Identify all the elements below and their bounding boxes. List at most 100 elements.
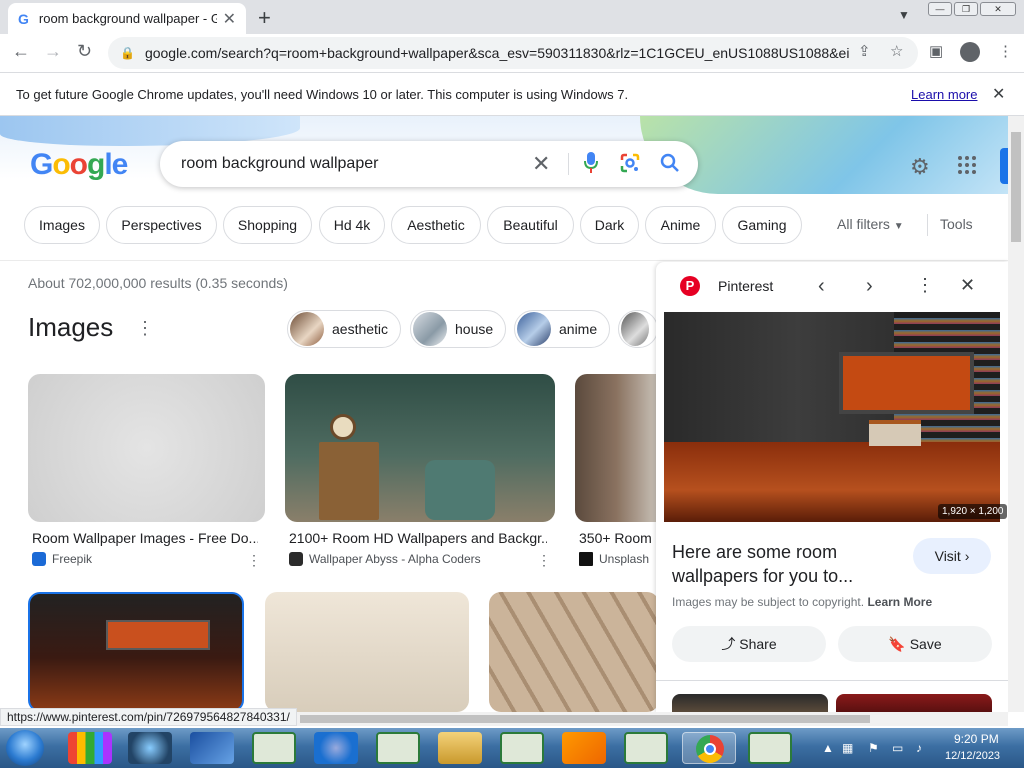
new-tab-button[interactable]: + [258,5,271,31]
taskbar-document-icon[interactable] [376,732,420,764]
chrome-menu-icon[interactable]: ⋮ [998,42,1013,60]
result-more-icon[interactable]: ⋮ [537,552,551,569]
panel-more-icon[interactable]: ⋮ [916,275,934,296]
next-image-chevron-icon[interactable]: › [866,275,873,298]
tab-close-icon[interactable]: ✕ [223,9,236,29]
result-more-icon[interactable]: ⋮ [247,552,261,569]
tray-expand-icon[interactable]: ▲ [822,741,834,755]
chip-beautiful[interactable]: Beautiful [487,206,574,244]
image-result-hexagon-flowers[interactable] [489,592,659,712]
chip-perspectives[interactable]: Perspectives [106,206,217,244]
result-source[interactable]: Freepik [32,552,92,566]
taskbar-document-icon[interactable] [500,732,544,764]
voice-search-icon[interactable] [584,152,598,174]
prev-image-chevron-icon[interactable]: ‹ [818,275,825,298]
tab-active[interactable]: G room background wallpaper - Go ✕ [8,3,246,34]
all-filters-button[interactable]: All filters ▼ [837,216,904,232]
forward-arrow-icon[interactable]: → [44,41,62,62]
result-source[interactable]: Wallpaper Abyss - Alpha Coders [289,552,481,566]
chip-hd-4k[interactable]: Hd 4k [319,206,385,244]
reload-icon[interactable]: ↻ [77,41,92,62]
panel-source-name[interactable]: Pinterest [718,278,773,294]
taskbar-explorer-icon[interactable] [438,732,482,764]
taskbar-settings-icon[interactable] [128,732,172,764]
sign-in-button[interactable] [1000,148,1008,184]
minimize-button[interactable]: — [928,2,952,16]
taskbar-media-icon[interactable] [562,732,606,764]
tray-volume-icon[interactable]: ♪ [916,741,922,755]
chip-images[interactable]: Images [24,206,100,244]
share-page-icon[interactable]: ⇪ [858,42,871,60]
result-title[interactable]: 2100+ Room HD Wallpapers and Backgr... [289,530,547,546]
address-bar[interactable]: 🔒 google.com/search?q=room+background+wa… [108,37,918,69]
refinement-chip-aesthetic[interactable]: aesthetic [287,310,402,348]
taskbar-document-icon[interactable] [748,732,792,764]
images-more-options-icon[interactable]: ⋮ [136,318,154,339]
side-panel-icon[interactable]: ▣ [929,42,943,60]
search-box[interactable]: room background wallpaper ✕ [160,141,698,187]
chip-aesthetic[interactable]: Aesthetic [391,206,481,244]
copyright-learn-more-link[interactable]: Learn More [867,595,932,609]
result-title[interactable]: 350+ Room [579,530,655,546]
panel-close-icon[interactable]: ✕ [960,275,975,296]
taskbar-chrome-icon[interactable] [682,732,736,764]
settings-gear-icon[interactable]: ⚙ [910,154,930,180]
taskbar-document-icon[interactable] [252,732,296,764]
google-apps-icon[interactable] [958,156,976,174]
save-button[interactable]: 🔖 Save [838,626,992,662]
visit-button[interactable]: Visit › [913,538,991,574]
tools-button[interactable]: Tools [940,216,973,232]
refinement-label: house [455,321,494,337]
vertical-scrollbar[interactable] [1008,116,1024,712]
chip-dark[interactable]: Dark [580,206,639,244]
tray-network-icon[interactable]: ▭ [892,741,903,755]
refinement-chip-house[interactable]: house [410,310,507,348]
chip-gaming[interactable]: Gaming [722,206,802,244]
google-lens-icon[interactable] [620,153,640,173]
visit-label: Visit [934,548,961,564]
start-button[interactable] [6,730,44,766]
tab-search-chevron-icon[interactable]: ▼ [898,8,910,22]
save-label: Save [909,636,942,652]
infobar-close-icon[interactable]: ✕ [992,84,1005,104]
back-arrow-icon[interactable]: ← [12,41,30,62]
infobar-learn-more-link[interactable]: Learn more [911,87,977,102]
panel-title[interactable]: Here are some room wallpapers for you to… [672,540,892,588]
search-icon[interactable] [660,153,680,173]
google-doodle-logo[interactable]: Google [30,148,128,182]
image-result-wall-lights[interactable] [265,592,469,712]
taskbar-document-icon[interactable] [624,732,668,764]
refinement-chip-anime[interactable]: anime [514,310,611,348]
image-result-wallpaper-abyss[interactable] [285,374,555,522]
result-source[interactable]: Unsplash [579,552,649,566]
clock-date[interactable]: 12/12/2023 [945,750,1000,762]
search-input[interactable]: room background wallpaper [181,155,378,173]
search-divider [568,153,569,175]
chip-anime[interactable]: Anime [645,206,716,244]
clear-search-icon[interactable]: ✕ [532,151,550,177]
image-result-freepik[interactable] [28,374,265,522]
dresser-shape [319,442,379,520]
clock-time[interactable]: 9:20 PM [954,732,999,746]
taskbar-security-icon[interactable] [190,732,234,764]
vertical-scroll-thumb[interactable] [1011,132,1021,242]
share-button[interactable]: ⤴ Share [672,626,826,662]
related-image-1[interactable] [672,694,828,712]
profile-avatar-icon[interactable] [960,42,980,62]
result-title[interactable]: Room Wallpaper Images - Free Do... [32,530,258,546]
panel-preview-image[interactable] [664,312,1000,522]
url-text: google.com/search?q=room+background+wall… [144,45,850,61]
image-result-unsplash[interactable] [575,374,658,522]
refinement-chip-partial[interactable] [618,310,658,348]
close-window-button[interactable]: ✕ [980,2,1016,16]
horizontal-scroll-thumb[interactable] [300,715,870,723]
related-image-2[interactable] [836,694,992,712]
tray-grid-icon[interactable]: ▦ [842,741,853,755]
chip-shopping[interactable]: Shopping [223,206,312,244]
tray-flag-icon[interactable]: ⚑ [868,741,879,755]
bookmark-star-icon[interactable]: ☆ [890,42,903,60]
restore-button[interactable]: ❐ [954,2,978,16]
taskbar-ie-icon[interactable] [314,732,358,764]
taskbar-app-icon[interactable] [68,732,112,764]
image-result-selected[interactable] [28,592,244,712]
